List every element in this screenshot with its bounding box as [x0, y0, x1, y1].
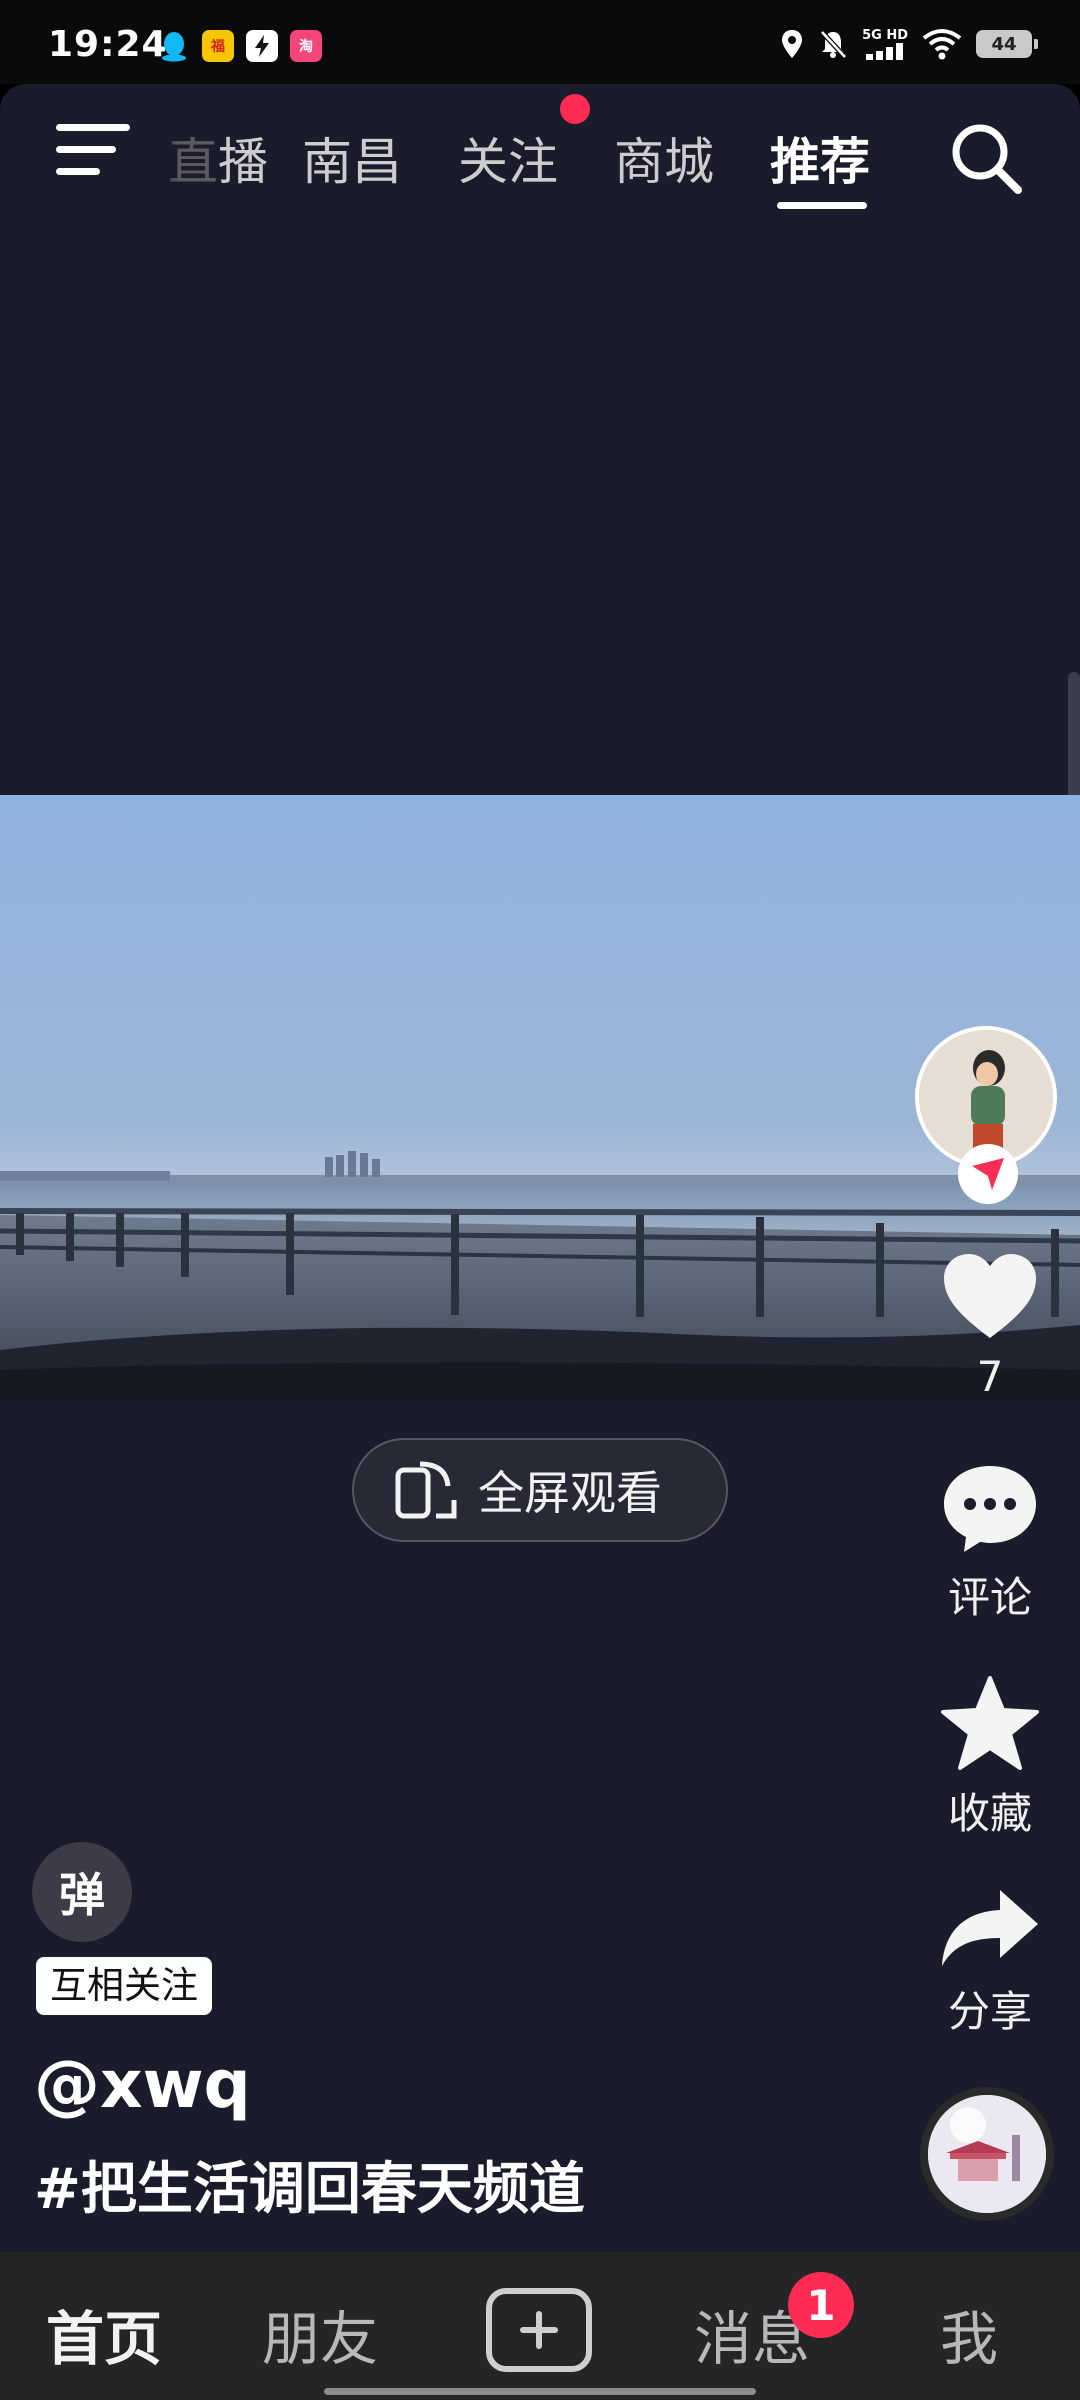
- location-icon: [782, 30, 803, 58]
- share-arrow-icon: [942, 1890, 1038, 1966]
- comment-icon: [944, 1466, 1036, 1552]
- signal-icon: 5G HD: [862, 29, 908, 60]
- favorite-label: 收藏: [947, 1789, 1032, 1838]
- video-feed[interactable]: 直播 南昌 关注 商城 推荐 全屏观看 7 评论 收藏 分享 弹 互相关注 @x…: [0, 84, 1080, 2252]
- app-icon-3: [246, 30, 278, 62]
- rotate-screen-icon: [395, 1461, 457, 1519]
- status-indicators: 5G HD 44: [780, 28, 1038, 60]
- status-time: 19:24: [48, 24, 168, 65]
- music-disc[interactable]: [920, 2087, 1054, 2221]
- create-button[interactable]: [486, 2288, 592, 2372]
- share-label: 分享: [947, 1987, 1032, 2036]
- following-dot-badge: [560, 94, 590, 124]
- author-name[interactable]: @xwq: [34, 2046, 251, 2123]
- mute-bell-icon: [820, 30, 847, 59]
- menu-icon[interactable]: [56, 120, 132, 180]
- tab-nanchang[interactable]: 南昌: [302, 122, 402, 194]
- nav-home[interactable]: 首页: [46, 2292, 162, 2376]
- top-nav: 直播 南昌 关注 商城 推荐: [0, 84, 1080, 234]
- tab-following[interactable]: 关注: [458, 122, 558, 194]
- status-bar: 19:24 福 淘 5G HD 44: [0, 0, 1080, 84]
- battery-icon: 44: [976, 30, 1038, 58]
- danmaku-toggle[interactable]: 弹: [32, 1842, 132, 1942]
- follow-button[interactable]: [958, 1144, 1018, 1204]
- wifi-icon: [922, 29, 962, 60]
- app-icon-4: 淘: [290, 30, 322, 62]
- nav-friends[interactable]: 朋友: [262, 2292, 378, 2376]
- search-icon[interactable]: [944, 116, 1028, 200]
- comment-button[interactable]: 评论: [910, 1460, 1070, 1625]
- favorite-button[interactable]: 收藏: [910, 1674, 1070, 1841]
- network-label: 5G HD: [862, 27, 908, 43]
- fullscreen-button[interactable]: 全屏观看: [352, 1438, 728, 1542]
- tab-mall[interactable]: 商城: [614, 122, 714, 194]
- bottom-nav: 首页 朋友 消息 1 我: [0, 2252, 1080, 2400]
- send-icon: [972, 1158, 1004, 1190]
- fullscreen-label: 全屏观看: [478, 1466, 662, 1520]
- nav-me[interactable]: 我: [940, 2292, 998, 2376]
- tab-live[interactable]: 直播: [168, 122, 268, 194]
- star-icon: [941, 1676, 1039, 1770]
- messages-badge: 1: [788, 2272, 854, 2338]
- tab-live-label: 播: [218, 133, 268, 191]
- home-indicator[interactable]: [324, 2388, 756, 2395]
- tab-recommend[interactable]: 推荐: [770, 122, 870, 194]
- active-tab-indicator: [777, 202, 867, 209]
- heart-icon: [944, 1254, 1036, 1338]
- like-count: 7: [976, 1352, 1004, 1401]
- comment-label: 评论: [947, 1573, 1032, 1622]
- share-button[interactable]: 分享: [910, 1884, 1070, 2039]
- like-button[interactable]: 7: [910, 1248, 1070, 1401]
- plus-icon: [520, 2311, 558, 2349]
- qq-icon: [158, 30, 190, 62]
- notification-icons: 福 淘: [158, 30, 322, 62]
- video-caption[interactable]: #把生活调回春天频道: [34, 2144, 585, 2225]
- mutual-follow-badge: 互相关注: [36, 1957, 212, 2015]
- tab-fade: [140, 114, 180, 204]
- app-icon-2: 福: [202, 30, 234, 62]
